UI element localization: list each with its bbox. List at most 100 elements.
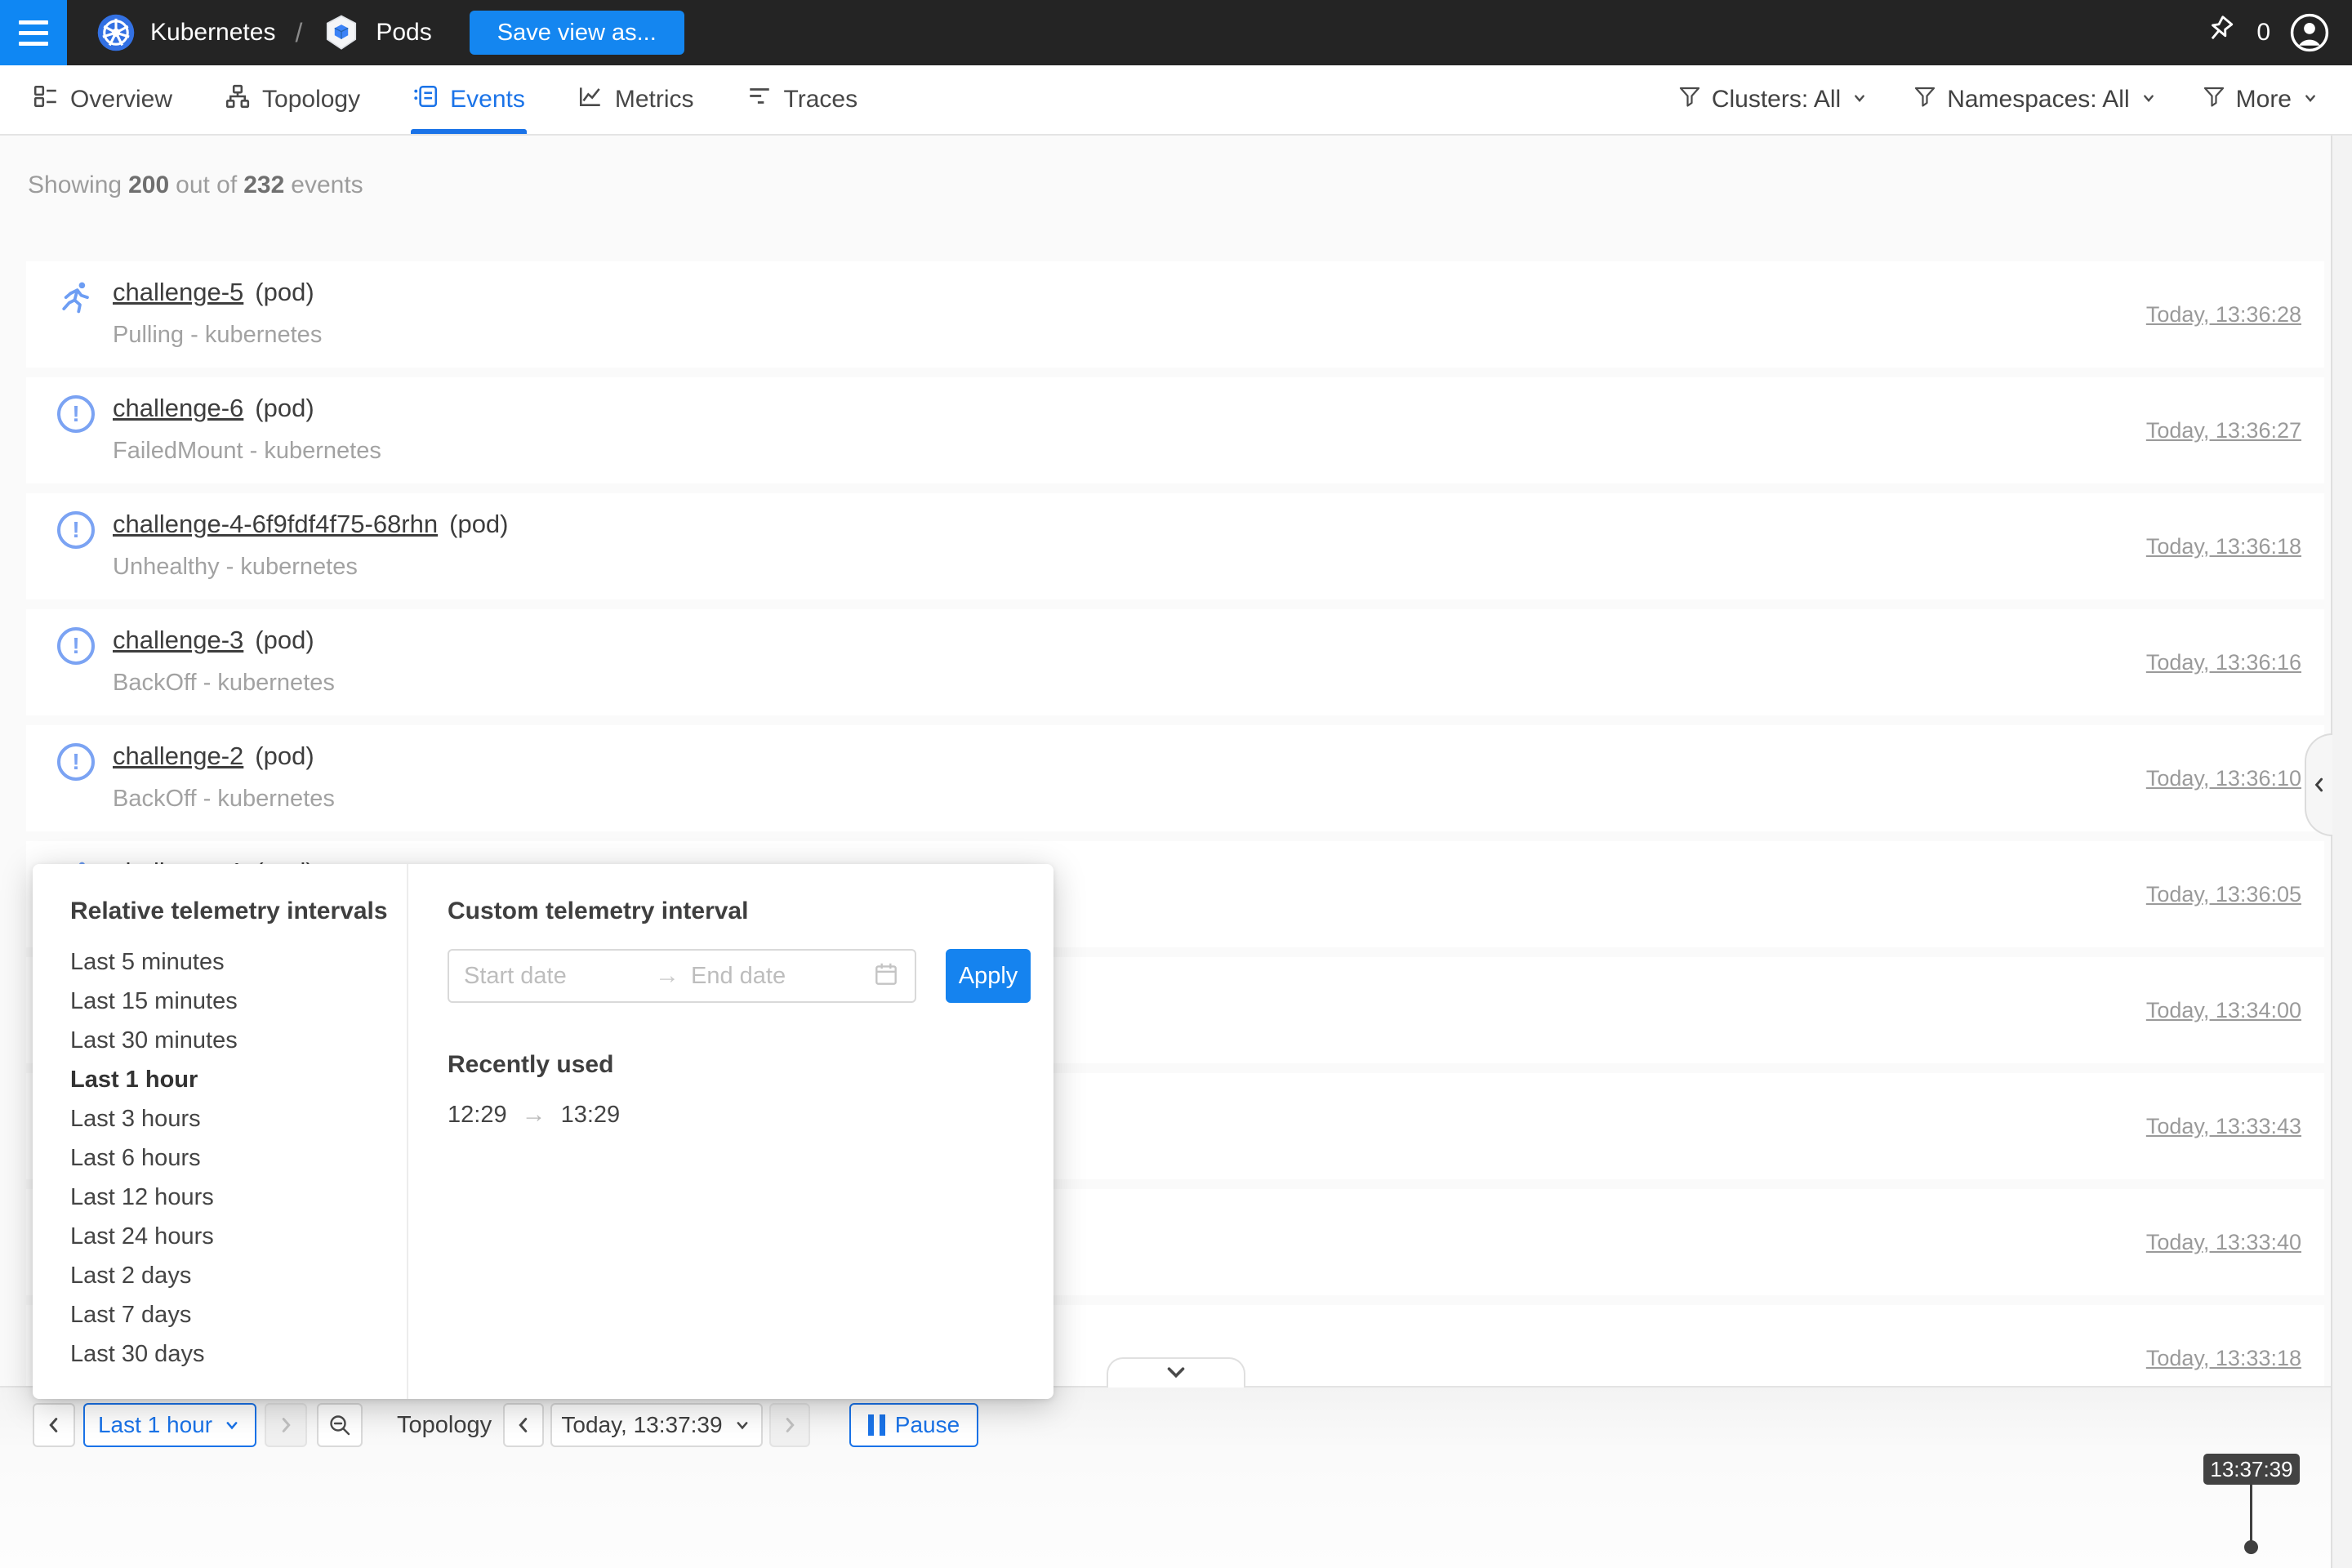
tab-topology[interactable]: Topology	[225, 65, 360, 134]
tab-label: Overview	[70, 86, 172, 114]
pause-button[interactable]: Pause	[849, 1403, 978, 1447]
open-side-panel-button[interactable]	[2305, 733, 2332, 836]
interval-option-last-15-minutes[interactable]: Last 15 minutes	[70, 982, 407, 1021]
start-date-placeholder: Start date	[464, 963, 644, 990]
breadcrumb-pods[interactable]: Pods	[376, 19, 431, 47]
interval-prev-button[interactable]	[33, 1403, 75, 1447]
event-row: !challenge-3(pod)BackOff - kubernetesTod…	[26, 609, 2324, 715]
event-row: !challenge-4-6f9fdf4f75-68rhn(pod)Unheal…	[26, 493, 2324, 599]
save-view-button[interactable]: Save view as...	[470, 11, 684, 55]
range-arrow-icon: →	[655, 962, 679, 990]
relative-intervals-panel: Relative telemetry intervals Last 5 minu…	[33, 864, 408, 1399]
event-object-kind: (pod)	[255, 626, 314, 654]
event-timestamp-link[interactable]: Today, 13:36:18	[2146, 493, 2301, 599]
interval-option-last-30-minutes[interactable]: Last 30 minutes	[70, 1021, 407, 1060]
event-timestamp-link[interactable]: Today, 13:36:16	[2146, 609, 2301, 715]
shown-count: 200	[128, 172, 169, 198]
event-detail: Unhealthy - kubernetes	[113, 554, 358, 581]
tab-metrics[interactable]: Metrics	[577, 65, 694, 134]
interval-option-last-6-hours[interactable]: Last 6 hours	[70, 1138, 407, 1178]
current-time-badge: 13:37:39	[2203, 1454, 2300, 1485]
chevron-down-icon	[2140, 86, 2158, 114]
kubernetes-icon	[96, 13, 136, 52]
event-title: challenge-3 (pod)	[113, 626, 314, 655]
time-next-button[interactable]	[769, 1403, 810, 1447]
custom-interval-title: Custom telemetry interval	[448, 895, 1054, 928]
filter-more[interactable]: More	[2202, 84, 2319, 115]
tab-label: Metrics	[615, 86, 694, 114]
event-timestamp-link[interactable]: Today, 13:33:43	[2146, 1073, 2301, 1179]
event-timestamp-link[interactable]: Today, 13:36:10	[2146, 725, 2301, 831]
relative-intervals-title: Relative telemetry intervals	[70, 895, 407, 928]
events-icon	[412, 83, 439, 116]
telemetry-interval-popup: Relative telemetry intervals Last 5 minu…	[33, 864, 1054, 1399]
event-timestamp-link[interactable]: Today, 13:36:05	[2146, 841, 2301, 947]
event-timestamp-link[interactable]: Today, 13:33:40	[2146, 1189, 2301, 1295]
event-object-link[interactable]: challenge-2	[113, 742, 243, 770]
running-event-icon	[57, 279, 95, 317]
tab-label: Traces	[784, 86, 858, 114]
recent-range-to: 13:29	[561, 1102, 621, 1129]
recent-range-item[interactable]: 12:29 → 13:29	[448, 1101, 1054, 1129]
apply-button[interactable]: Apply	[946, 949, 1031, 1003]
event-detail: BackOff - kubernetes	[113, 786, 335, 813]
event-object-link[interactable]: challenge-5	[113, 278, 243, 306]
calendar-icon	[872, 960, 900, 992]
date-range-input[interactable]: Start date → End date	[448, 949, 916, 1003]
event-detail: BackOff - kubernetes	[113, 670, 335, 697]
interval-option-last-5-minutes[interactable]: Last 5 minutes	[70, 942, 407, 982]
pod-icon	[322, 13, 361, 52]
event-object-kind: (pod)	[449, 510, 508, 538]
user-avatar[interactable]	[2290, 13, 2329, 52]
event-timestamp-link[interactable]: Today, 13:36:28	[2146, 261, 2301, 368]
event-row: !challenge-2(pod)BackOff - kubernetesTod…	[26, 725, 2324, 831]
breadcrumb: Kubernetes / Pods Save view as...	[96, 11, 684, 55]
custom-interval-panel: Custom telemetry interval Start date → E…	[408, 864, 1054, 1399]
interval-option-last-12-hours[interactable]: Last 12 hours	[70, 1178, 407, 1217]
event-object-kind: (pod)	[255, 278, 314, 306]
current-time-cursor[interactable]	[2250, 1485, 2252, 1547]
traces-icon	[746, 83, 773, 116]
event-timestamp-link[interactable]: Today, 13:34:00	[2146, 957, 2301, 1063]
zoom-out-button[interactable]	[317, 1403, 363, 1447]
interval-option-last-24-hours[interactable]: Last 24 hours	[70, 1217, 407, 1256]
event-object-link[interactable]: challenge-6	[113, 394, 243, 422]
time-select-button[interactable]: Today, 13:37:39	[550, 1403, 763, 1447]
breadcrumb-separator: /	[295, 18, 302, 48]
tab-events[interactable]: Events	[412, 65, 525, 134]
interval-option-last-7-days[interactable]: Last 7 days	[70, 1295, 407, 1334]
tab-overview[interactable]: Overview	[33, 65, 172, 134]
pin-icon[interactable]	[2204, 15, 2237, 51]
overview-icon	[33, 83, 59, 116]
funnel-icon	[2202, 84, 2226, 115]
interval-select-button[interactable]: Last 1 hour	[83, 1403, 256, 1447]
recent-range-from: 12:29	[448, 1102, 507, 1129]
filter-label: Clusters: All	[1712, 86, 1841, 114]
event-title: challenge-2(pod)	[113, 742, 314, 771]
interval-option-last-2-days[interactable]: Last 2 days	[70, 1256, 407, 1295]
event-object-link[interactable]: challenge-4-6f9fdf4f75-68rhn	[113, 510, 438, 538]
breadcrumb-kubernetes[interactable]: Kubernetes	[150, 19, 275, 47]
current-time-cursor-handle[interactable]	[2244, 1540, 2258, 1554]
metrics-icon	[577, 83, 604, 116]
expand-timeline-button[interactable]	[1107, 1357, 1245, 1388]
event-row: !challenge-6(pod)FailedMount - kubernete…	[26, 377, 2324, 483]
filter-namespaces[interactable]: Namespaces: All	[1913, 84, 2157, 115]
interval-option-last-3-hours[interactable]: Last 3 hours	[70, 1099, 407, 1138]
timeline-panel: Last 1 hour Topology Today, 13:37:39 Pau…	[0, 1388, 2331, 1568]
app-page: Kubernetes / Pods Save view as... 0 Over…	[0, 0, 2352, 1568]
interval-option-last-1-hour[interactable]: Last 1 hour	[70, 1060, 407, 1099]
filter-clusters[interactable]: Clusters: All	[1677, 84, 1869, 115]
event-timestamp-link[interactable]: Today, 13:36:27	[2146, 377, 2301, 483]
tab-traces[interactable]: Traces	[746, 65, 858, 134]
total-count: 232	[243, 172, 284, 198]
funnel-icon	[1677, 84, 1702, 115]
event-object-link[interactable]: challenge-3	[113, 626, 243, 654]
filter-label: More	[2236, 86, 2292, 114]
menu-button[interactable]	[0, 0, 67, 65]
interval-next-button[interactable]	[265, 1403, 307, 1447]
interval-option-last-30-days[interactable]: Last 30 days	[70, 1334, 407, 1374]
time-prev-button[interactable]	[503, 1403, 544, 1447]
view-tabbar: Overview Topology Events Metrics Traces Clus…	[0, 65, 2352, 136]
topology-icon	[225, 83, 251, 116]
